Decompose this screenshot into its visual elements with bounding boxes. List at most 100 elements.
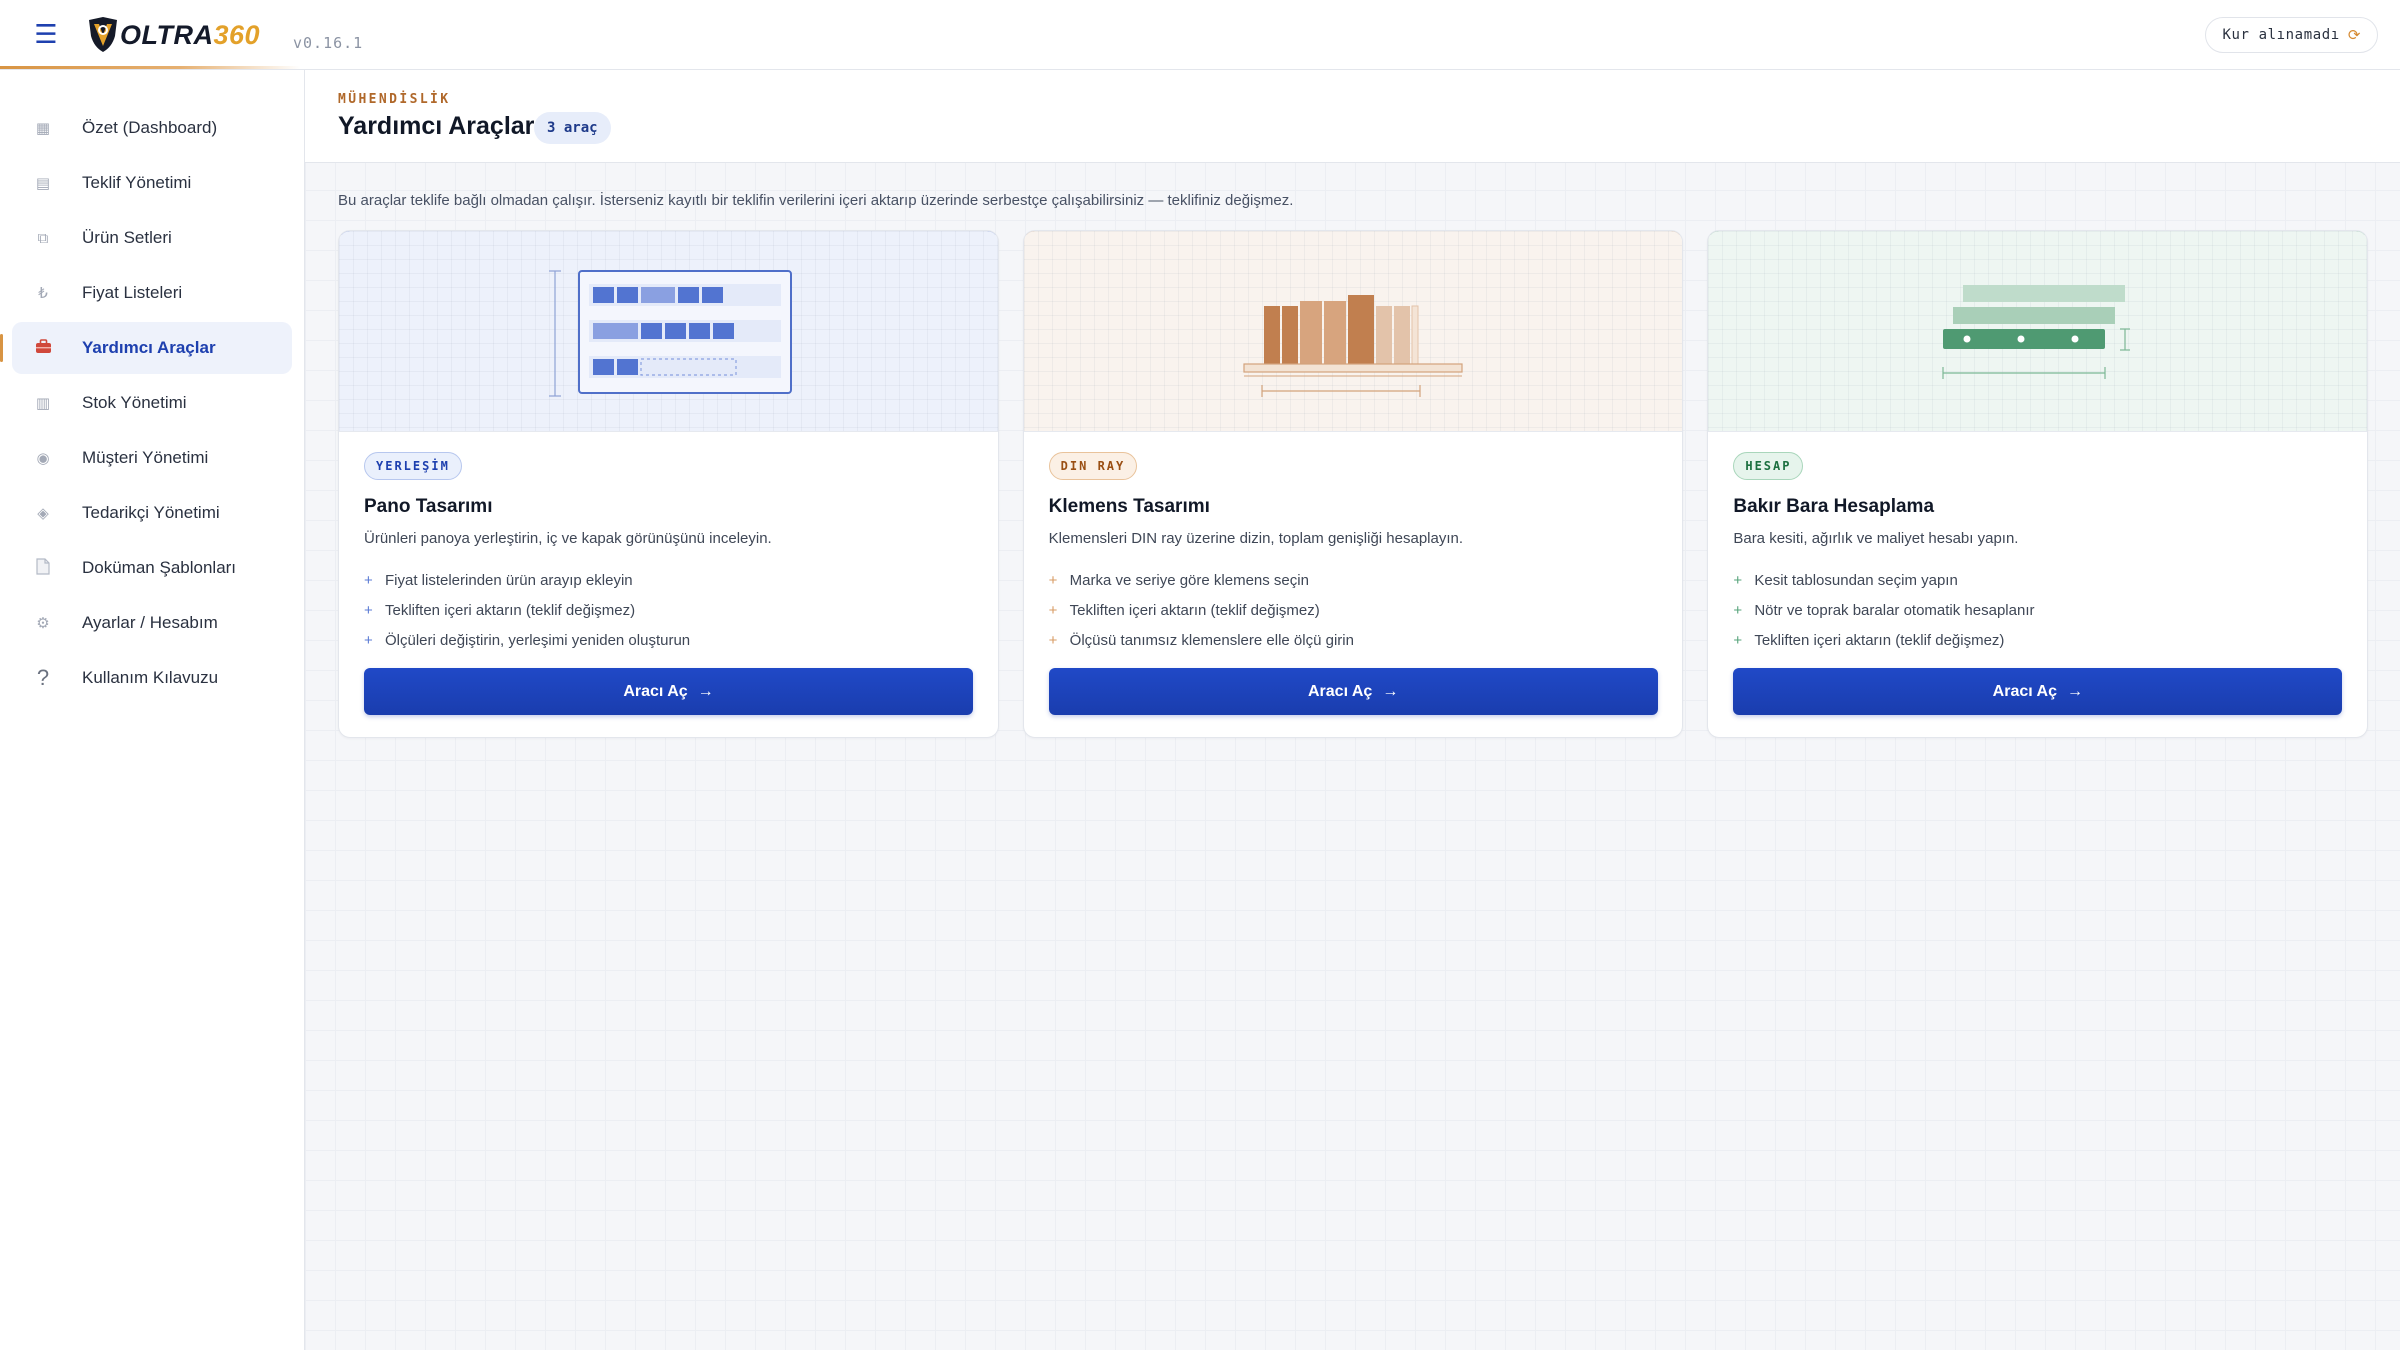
list-item: + Tekliften içeri aktarın (teklif değişme… <box>364 596 973 626</box>
open-tool-button[interactable]: Aracı Aç → <box>1048 668 1658 715</box>
feature-text: Tekliften içeri aktarın (teklif değişmez… <box>1069 602 1320 619</box>
card-description: Ürünleri panoya yerleştirin, iç ve kapak… <box>364 530 772 547</box>
din-rail-illustration-icon <box>1243 295 1463 397</box>
sidebar-item-label: Doküman Şablonları <box>82 558 237 577</box>
card-feature-list: + Fiyat listelerinden ürün arayıp ekleyin… <box>364 566 973 656</box>
busbar-illustration-icon <box>1942 285 2130 379</box>
plus-icon: + <box>1048 632 1058 649</box>
sidebar-item-dashboard[interactable]: ▦ Özet (Dashboard) <box>12 102 292 154</box>
card-description: Klemensleri DIN ray üzerine dizin, topla… <box>1048 530 1464 547</box>
card-title: Pano Tasarımı <box>364 496 493 517</box>
sidebar-item-suppliers[interactable]: ◈ Tedarikçi Yönetimi <box>12 487 292 539</box>
toolbox-icon <box>32 338 54 358</box>
list-item: + Nötr ve toprak baralar otomatik hesapla… <box>1733 596 2342 626</box>
sidebar-item-label: Yardımcı Araçlar <box>82 338 216 357</box>
plus-icon: + <box>1733 602 1743 619</box>
open-tool-button-label: Aracı Aç <box>623 682 688 700</box>
customer-icon: ◉ <box>36 450 50 467</box>
exchange-rate-status-text: Kur alınamadı <box>2222 27 2340 43</box>
sidebar-item-label: Ürün Setleri <box>82 228 172 247</box>
feature-text: Kesit tablosundan seçim yapın <box>1754 572 1958 589</box>
file-icon <box>32 557 54 579</box>
tool-card-panel-design: YERLEŞİM Pano Tasarımı Ürünleri panoya y… <box>338 230 999 738</box>
dashboard-icon: ▦ <box>35 120 51 137</box>
open-tool-button[interactable]: Aracı Aç → <box>364 668 973 715</box>
plus-icon: + <box>364 572 373 589</box>
feature-text: Tekliften içeri aktarın (teklif değişmez… <box>385 602 636 619</box>
plus-icon: + <box>1048 572 1058 589</box>
logo-text: OLTRA360 <box>120 20 260 51</box>
sidebar-item-product-sets[interactable]: ⧉ Ürün Setleri <box>12 212 292 264</box>
open-tool-button-label: Aracı Aç <box>1992 682 2057 700</box>
open-tool-button-label: Aracı Aç <box>1308 682 1373 700</box>
sidebar-item-label: Kullanım Kılavuzu <box>82 668 219 687</box>
list-item: + Marka ve seriye göre klemens seçin <box>1049 566 1658 596</box>
logo-word: OLTRA <box>120 19 214 50</box>
arrow-right-icon: → <box>1382 682 1399 700</box>
exchange-rate-status-button[interactable]: Kur alınamadı ⟳ <box>2205 17 2378 53</box>
feature-text: Ölçüleri değiştirin, yerleşimi yeniden o… <box>385 632 691 649</box>
tool-count-badge: 3 araç <box>534 112 611 144</box>
sidebar-item-price-lists[interactable]: ₺ Fiyat Listeleri <box>12 267 292 319</box>
list-item: + Fiyat listelerinden ürün arayıp ekleyin <box>364 566 973 596</box>
help-icon: ? <box>36 665 50 690</box>
list-item: + Ölçüleri değiştirin, yerleşimi yeniden … <box>364 626 973 656</box>
inventory-icon: ▥ <box>35 395 51 412</box>
feature-text: Marka ve seriye göre klemens seçin <box>1069 572 1309 589</box>
card-illustration <box>339 231 998 432</box>
gear-icon: ⚙ <box>36 615 50 632</box>
open-tool-button[interactable]: Aracı Aç → <box>1733 668 2343 715</box>
list-item: + Tekliften içeri aktarın (teklif değişme… <box>1733 626 2342 656</box>
card-illustration <box>1023 231 1683 432</box>
sidebar-item-document-templates[interactable]: Doküman Şablonları <box>12 542 292 594</box>
sidebar-item-customers[interactable]: ◉ Müşteri Yönetimi <box>12 432 292 484</box>
top-bar: ☰ OLTRA360 v0.16.1 Kur alınamadı ⟳ <box>0 0 2400 70</box>
stack-icon: ⧉ <box>37 229 49 247</box>
sidebar-item-label: Ayarlar / Hesabım <box>82 613 218 632</box>
arrow-right-icon: → <box>697 682 714 700</box>
hamburger-menu-icon[interactable]: ☰ <box>30 18 62 50</box>
plus-icon: + <box>1048 602 1058 619</box>
list-item: + Tekliften içeri aktarın (teklif değişme… <box>1049 596 1658 626</box>
plus-icon: + <box>1733 632 1743 649</box>
feature-text: Tekliften içeri aktarın (teklif değişmez… <box>1754 632 2005 649</box>
feature-text: Nötr ve toprak baralar otomatik hesaplan… <box>1754 602 2035 619</box>
card-title: Bakır Bara Hesaplama <box>1733 496 1935 517</box>
feature-text: Ölçüsü tanımsız klemenslere elle ölçü gi… <box>1069 632 1354 649</box>
list-item: + Ölçüsü tanımsız klemenslere elle ölçü g… <box>1049 626 1658 656</box>
top-bar-accent-line <box>0 66 300 69</box>
sidebar-item-quotes[interactable]: ▤ Teklif Yönetimi <box>12 157 292 209</box>
sidebar-item-user-guide[interactable]: ? Kullanım Kılavuzu <box>12 652 292 704</box>
feature-text: Fiyat listelerinden ürün arayıp ekleyin <box>385 572 633 589</box>
supplier-icon: ◈ <box>37 505 49 522</box>
card-tag: YERLEŞİM <box>364 452 462 480</box>
card-description: Bara kesiti, ağırlık ve maliyet hesabı y… <box>1733 530 2019 547</box>
logo-number: 360 <box>213 19 261 50</box>
sidebar-item-label: Fiyat Listeleri <box>82 283 183 302</box>
plus-icon: + <box>1733 572 1743 589</box>
plus-icon: + <box>364 632 373 649</box>
sidebar-item-settings[interactable]: ⚙ Ayarlar / Hesabım <box>12 597 292 649</box>
app-logo[interactable]: OLTRA360 <box>86 16 260 54</box>
sidebar-item-label: Stok Yönetimi <box>82 393 187 412</box>
card-illustration <box>1708 231 2368 432</box>
sidebar-item-label: Teklif Yönetimi <box>82 173 192 192</box>
app-version: v0.16.1 <box>293 34 364 52</box>
page-title: Yardımcı Araçlar <box>338 112 535 140</box>
main-content: MÜHENDİSLİK Yardımcı Araçlar 3 araç Bu a… <box>305 70 2400 1350</box>
sidebar-item-tools[interactable]: Yardımcı Araçlar <box>0 322 292 374</box>
list-item: + Kesit tablosundan seçim yapın <box>1733 566 2342 596</box>
lira-icon: ₺ <box>38 285 48 302</box>
card-title: Klemens Tasarımı <box>1048 496 1210 517</box>
page-intro-text: Bu araçlar teklife bağlı olmadan çalışır… <box>338 192 1294 209</box>
sidebar-item-label: Özet (Dashboard) <box>82 118 218 137</box>
plus-icon: + <box>364 602 373 619</box>
tool-card-busbar-calculation: HESAP Bakır Bara Hesaplama Bara kesiti, … <box>1707 230 2369 738</box>
card-tag: DIN RAY <box>1048 452 1138 480</box>
tool-card-list: YERLEŞİM Pano Tasarımı Ürünleri panoya y… <box>338 230 2369 738</box>
logo-shield-icon <box>89 17 117 52</box>
arrow-right-icon: → <box>2067 682 2083 700</box>
sidebar: ▦ Özet (Dashboard) ▤ Teklif Yönetimi ⧉ Ü… <box>0 70 305 1350</box>
sidebar-item-inventory[interactable]: ▥ Stok Yönetimi <box>12 377 292 429</box>
page-eyebrow: MÜHENDİSLİK <box>338 92 451 107</box>
